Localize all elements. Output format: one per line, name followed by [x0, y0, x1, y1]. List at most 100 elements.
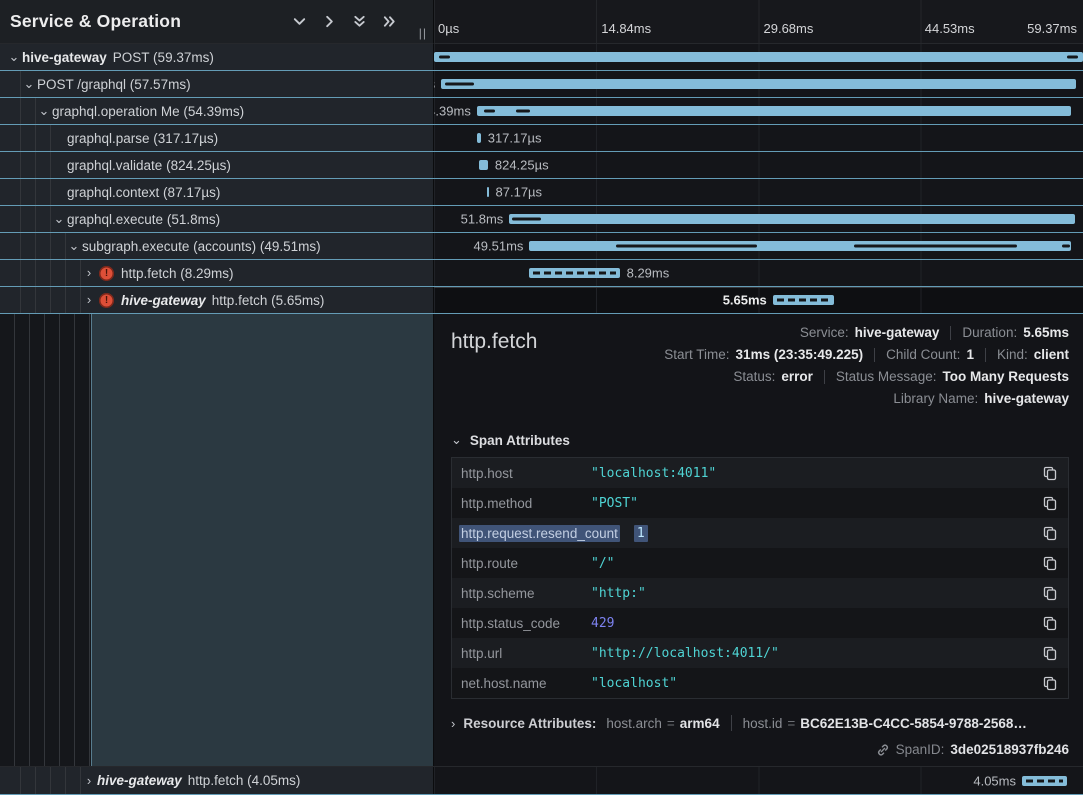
kind-label: Kind: [997, 344, 1028, 366]
timeline-cell: 87.17µs [434, 179, 1083, 205]
span-overview: Service: hive-gateway Duration: 5.65ms S… [664, 322, 1069, 410]
copy-icon [1043, 496, 1057, 511]
copy-button[interactable] [1041, 584, 1059, 603]
copy-button[interactable] [1041, 614, 1059, 633]
expander-icon[interactable]: ⌄ [51, 206, 67, 232]
span-row[interactable]: graphql.validate (824.25µs) 824.25µs [0, 152, 1083, 179]
axis-tick: 59.37ms [1027, 21, 1077, 36]
attribute-row: http.method "POST" [452, 488, 1068, 518]
span-bar[interactable] [479, 160, 488, 170]
status-message-label: Status Message: [836, 366, 937, 388]
resource-key: host.id [743, 716, 783, 731]
span-bar[interactable] [434, 52, 1083, 62]
expander-icon[interactable]: › [81, 260, 97, 286]
span-row[interactable]: › ! http.fetch (8.29ms) 8.29ms [0, 260, 1083, 287]
attribute-row-selected: http.request.resend_count 1 [452, 518, 1068, 548]
span-row[interactable]: graphql.context (87.17µs) 87.17µs [0, 179, 1083, 206]
span-attributes-header[interactable]: ⌄ Span Attributes [451, 432, 1069, 448]
span-row[interactable]: ⌄ graphql.execute (51.8ms) 51.8ms [0, 206, 1083, 233]
span-bar[interactable] [509, 214, 1075, 224]
bar-duration-label: 49.51ms [474, 239, 524, 254]
expand-all-icon[interactable] [382, 14, 397, 29]
copy-button[interactable] [1041, 464, 1059, 483]
span-title: http.fetch [451, 322, 537, 410]
operation-name: POST /graphql (57.57ms) [37, 77, 191, 92]
expander-icon[interactable]: › [81, 287, 97, 313]
span-bar[interactable] [1022, 776, 1067, 786]
span-bar[interactable] [773, 295, 835, 305]
expander-icon[interactable]: ⌄ [36, 98, 52, 124]
service-operation-title: Service & Operation [10, 11, 292, 32]
service-name: hive-gateway [22, 50, 107, 65]
span-row[interactable]: ⌄ graphql.operation Me (54.39ms) 54.39ms [0, 98, 1083, 125]
span-bar[interactable] [477, 106, 1071, 116]
span-bar[interactable] [529, 268, 619, 278]
service-label: Service: [800, 322, 849, 344]
copy-icon [1043, 676, 1057, 691]
service-name: hive-gateway [121, 293, 206, 308]
detail-left-indent [0, 314, 434, 766]
resource-key: host.arch [606, 716, 662, 731]
timeline-cell: 4.05ms [434, 767, 1083, 794]
expander-icon[interactable]: ⌄ [21, 71, 37, 97]
collapse-all-icon[interactable] [352, 14, 367, 29]
operation-name: http.fetch (8.29ms) [121, 266, 234, 281]
link-icon[interactable] [876, 743, 890, 757]
timeline-cell: 824.25µs [434, 152, 1083, 178]
column-resize-handle[interactable]: || [419, 26, 427, 40]
resource-value: BC62E13B-C4CC-5854-9788-2568… [800, 716, 1027, 731]
timeline-cell: 54.39ms [434, 98, 1083, 124]
copy-button[interactable] [1041, 644, 1059, 663]
span-row[interactable]: ⌄ hive-gateway POST (59.37ms) [0, 44, 1083, 71]
span-row[interactable]: ⌄ subgraph.execute (accounts) (49.51ms) … [0, 233, 1083, 260]
child-count-label: Child Count: [886, 344, 960, 366]
status-label: Status: [733, 366, 775, 388]
indent-guides [0, 314, 91, 766]
expander-icon[interactable]: › [81, 768, 97, 794]
span-bar[interactable] [441, 79, 1076, 89]
copy-button[interactable] [1041, 554, 1059, 573]
attribute-row: net.host.name "localhost" [452, 668, 1068, 698]
span-row[interactable]: ⌄ POST /graphql (57.57ms) 57.57ms [0, 71, 1083, 98]
attribute-row: http.scheme "http:" [452, 578, 1068, 608]
bar-duration-label: 4.05ms [973, 773, 1016, 788]
header: Service & Operation || 0µs 14.84ms 29.68… [0, 0, 1083, 44]
bar-duration-label: 317.17µs [481, 131, 542, 146]
axis-tick: 29.68ms [764, 21, 814, 36]
span-bar[interactable] [529, 241, 1070, 251]
error-icon: ! [99, 266, 114, 281]
expander-icon[interactable]: ⌄ [6, 44, 22, 70]
copy-button[interactable] [1041, 494, 1059, 513]
copy-icon [1043, 466, 1057, 481]
expand-one-icon[interactable] [322, 14, 337, 29]
copy-button[interactable] [1041, 524, 1059, 543]
span-detail-panel: http.fetch Service: hive-gateway Duratio… [434, 314, 1083, 766]
start-time-value: 31ms (23:35:49.225) [736, 344, 864, 366]
axis-tick: 14.84ms [601, 21, 651, 36]
timeline-axis: 0µs 14.84ms 29.68ms 44.53ms 59.37ms [434, 0, 1083, 44]
copy-button[interactable] [1041, 674, 1059, 693]
timeline-cell: 51.8ms [434, 206, 1083, 232]
operation-name: graphql.context (87.17µs) [67, 185, 220, 200]
operation-name: http.fetch (4.05ms) [188, 773, 301, 788]
copy-icon [1043, 616, 1057, 631]
operation-name: graphql.validate (824.25µs) [67, 158, 231, 173]
axis-tick: 0µs [438, 21, 459, 36]
expander-icon[interactable]: ⌄ [66, 233, 82, 259]
chevron-right-icon: › [451, 716, 455, 731]
bar-duration-label: 8.29ms [620, 266, 670, 281]
status-message-value: Too Many Requests [942, 366, 1069, 388]
resource-attributes-row[interactable]: › Resource Attributes: host.arch = arm64… [451, 715, 1069, 731]
span-row[interactable]: › hive-gateway http.fetch (4.05ms) 4.05m… [0, 767, 1083, 795]
span-attributes-table: http.host "localhost:4011" http.method "… [451, 457, 1069, 699]
operation-name: POST (59.37ms) [113, 50, 214, 65]
collapse-one-icon[interactable] [292, 14, 307, 29]
library-name-label: Library Name: [893, 388, 978, 410]
timeline-cell [434, 44, 1083, 70]
library-name-value: hive-gateway [984, 388, 1069, 410]
span-row[interactable]: graphql.parse (317.17µs) 317.17µs [0, 125, 1083, 152]
span-id-value: 3de02518937fb246 [950, 742, 1069, 757]
attribute-row: http.status_code 429 [452, 608, 1068, 638]
status-value: error [781, 366, 813, 388]
span-row-selected[interactable]: › ! hive-gateway http.fetch (5.65ms) 5.6… [0, 287, 1083, 314]
